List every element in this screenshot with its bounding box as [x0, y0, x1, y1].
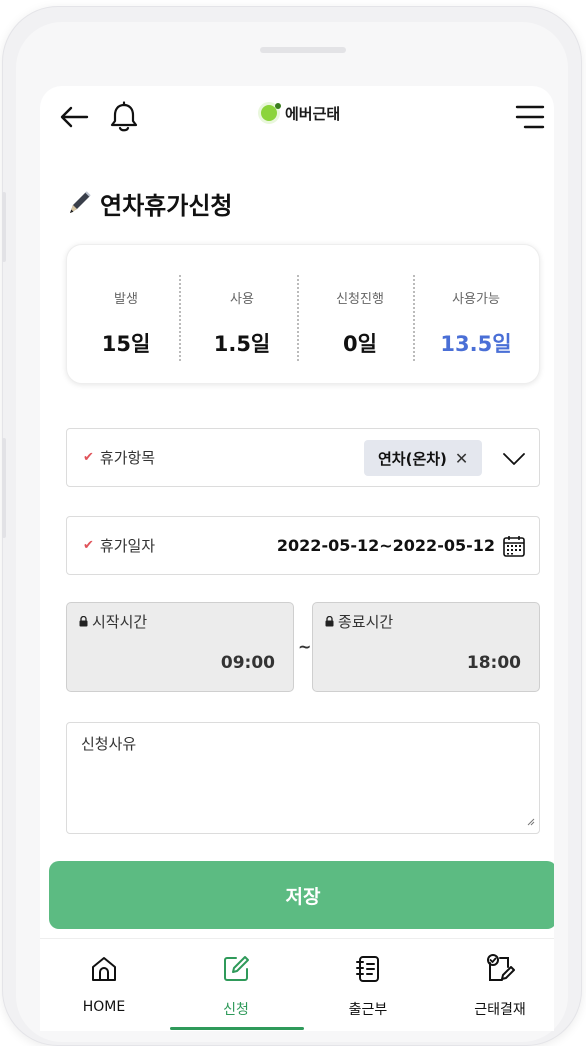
app-screen: 에버근태 연차휴가신청 발생 15일 사용 1.5일 신청진행 0일 사용가능 …	[40, 86, 554, 1031]
summary-divider	[179, 275, 181, 361]
end-time-label-text: 종료시간	[338, 613, 394, 631]
reason-textarea[interactable]: 신청사유	[66, 722, 540, 834]
leave-date-label-text: 휴가일자	[99, 537, 156, 555]
time-range-separator: ~	[298, 637, 312, 656]
required-check-icon: ✔	[83, 450, 94, 465]
nav-label: HOME	[82, 999, 126, 1015]
pen-icon	[66, 188, 94, 220]
active-tab-indicator	[170, 1027, 304, 1030]
summary-value: 13.5일	[440, 332, 512, 356]
summary-label: 사용	[230, 292, 254, 307]
bottom-nav: HOME 신청 출근부 근태결재	[40, 938, 554, 1031]
lock-icon	[325, 613, 334, 631]
logo-icon	[258, 102, 281, 124]
home-icon	[84, 949, 124, 989]
page-title-text: 연차휴가신청	[100, 192, 233, 220]
nav-label: 신청	[223, 1002, 249, 1018]
nav-item-approval[interactable]: 근태결재	[436, 939, 554, 1031]
summary-label: 사용가능	[452, 292, 500, 307]
notebook-icon	[348, 949, 388, 989]
required-check-icon: ✔	[83, 538, 94, 553]
leave-date-field[interactable]: ✔ 휴가일자 2022-05-12~2022-05-12	[66, 516, 540, 575]
chevron-down-icon[interactable]	[499, 446, 529, 472]
leave-type-label: ✔ 휴가항목	[83, 429, 155, 486]
leave-date-label: ✔ 휴가일자	[83, 517, 155, 574]
calendar-icon[interactable]	[501, 533, 527, 559]
start-time-field[interactable]: 시작시간 09:00	[66, 602, 294, 692]
bell-icon[interactable]	[106, 98, 142, 136]
summary-divider	[413, 275, 415, 361]
app-logo: 에버근태	[258, 102, 340, 124]
start-time-label-text: 시작시간	[92, 613, 148, 631]
start-time-value: 09:00	[220, 653, 275, 673]
summary-used: 사용 1.5일	[183, 245, 301, 385]
nav-item-home[interactable]: HOME	[40, 939, 168, 1031]
selected-leave-text: 연차(온차)	[378, 449, 447, 468]
resize-handle-icon[interactable]	[527, 811, 535, 830]
nav-item-attendance[interactable]: 출근부	[304, 939, 432, 1031]
end-time-value: 18:00	[466, 653, 521, 673]
summary-label: 발생	[114, 292, 138, 307]
summary-label: 신청진행	[336, 292, 384, 307]
nav-label: 출근부	[348, 1002, 388, 1018]
side-button	[2, 192, 6, 262]
leave-date-value: 2022-05-12~2022-05-12	[276, 536, 495, 555]
lock-icon	[79, 613, 88, 631]
nav-item-apply[interactable]: 신청	[172, 939, 300, 1031]
edit-icon	[216, 949, 256, 989]
summary-occurred: 발생 15일	[67, 245, 185, 385]
summary-value: 0일	[343, 332, 377, 356]
summary-pending: 신청진행 0일	[301, 245, 419, 385]
page-title: 연차휴가신청	[66, 186, 232, 221]
approval-icon	[480, 949, 520, 989]
leave-type-label-text: 휴가항목	[99, 449, 156, 467]
summary-value: 15일	[101, 332, 151, 356]
save-button[interactable]: 저장	[49, 861, 554, 929]
end-time-label: 종료시간	[325, 611, 393, 632]
end-time-field[interactable]: 종료시간 18:00	[312, 602, 540, 692]
hamburger-menu-icon[interactable]	[512, 102, 548, 132]
remove-chip-icon[interactable]: ✕	[455, 449, 468, 468]
selected-leave-chip[interactable]: 연차(온차) ✕	[364, 440, 483, 476]
speaker-grille	[260, 47, 346, 53]
top-bar: 에버근태	[40, 86, 554, 148]
nav-label: 근태결재	[474, 1002, 526, 1018]
leave-summary-card: 발생 15일 사용 1.5일 신청진행 0일 사용가능 13.5일	[66, 244, 540, 384]
logo-text: 에버근태	[285, 104, 341, 123]
back-arrow-icon[interactable]	[56, 100, 92, 134]
summary-available: 사용가능 13.5일	[417, 245, 535, 385]
reason-placeholder: 신청사유	[81, 735, 137, 753]
start-time-label: 시작시간	[79, 611, 147, 632]
summary-value: 1.5일	[213, 332, 271, 356]
side-button	[2, 438, 6, 538]
leave-type-select[interactable]: ✔ 휴가항목 연차(온차) ✕	[66, 428, 540, 487]
summary-divider	[297, 275, 299, 361]
